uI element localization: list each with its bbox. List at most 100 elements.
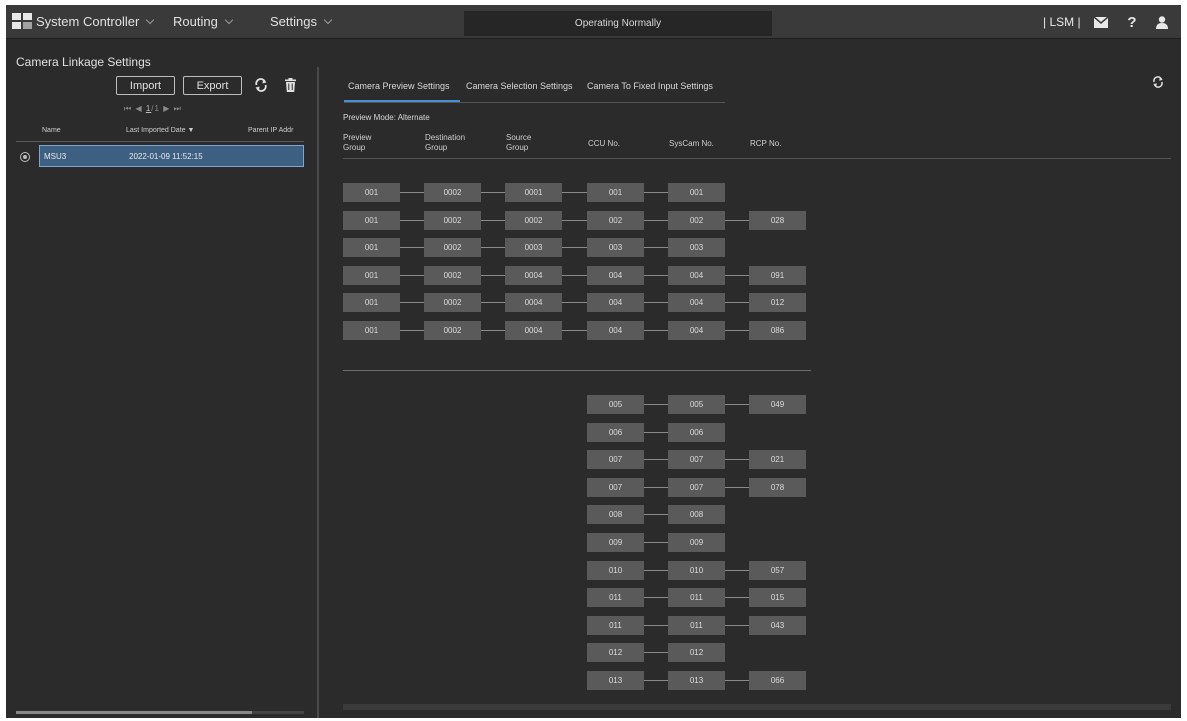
syscam-no-cell[interactable]: 007: [668, 450, 725, 470]
column-header-last-imported-date[interactable]: Last Imported Date ▼: [126, 127, 194, 134]
rcp-no-cell[interactable]: 057: [749, 560, 806, 580]
ccu-no-cell[interactable]: 001: [587, 183, 644, 202]
source-group-cell[interactable]: 0001: [505, 183, 562, 202]
panel-divider[interactable]: [317, 67, 319, 718]
destination-group-cell[interactable]: 0002: [424, 210, 481, 230]
preview-group-cell[interactable]: 001: [343, 293, 400, 313]
pager-next-button[interactable]: ▶: [163, 104, 170, 113]
tab-camera-to-fixed-input-settings[interactable]: Camera To Fixed Input Settings: [587, 81, 713, 91]
menu-routing[interactable]: Routing: [173, 14, 234, 29]
ccu-no-cell[interactable]: 008: [587, 505, 644, 525]
syscam-no-cell[interactable]: 012: [668, 643, 725, 663]
syscam-no-cell[interactable]: 005: [668, 395, 725, 414]
connector-line: [725, 597, 749, 599]
ccu-no-cell[interactable]: 012: [587, 643, 644, 663]
source-group-cell[interactable]: 0004: [505, 293, 562, 313]
syscam-no-cell[interactable]: 013: [668, 671, 725, 690]
ccu-no-cell[interactable]: 005: [587, 395, 644, 414]
user-icon[interactable]: [1155, 13, 1169, 31]
preview-group-cell[interactable]: 001: [343, 183, 400, 202]
syscam-no-cell[interactable]: 010: [668, 560, 725, 580]
trash-icon[interactable]: [283, 76, 297, 93]
ccu-no-cell[interactable]: 009: [587, 533, 644, 552]
destination-group-cell[interactable]: 0002: [424, 183, 481, 202]
pager-first-button[interactable]: ⏮: [124, 104, 132, 113]
preview-group-cell[interactable]: 001: [343, 265, 400, 285]
connector-line: [644, 247, 668, 249]
source-group-cell[interactable]: 0004: [505, 321, 562, 340]
refresh-icon[interactable]: [253, 77, 269, 93]
lsm-indicator[interactable]: | LSM |: [1043, 15, 1081, 29]
rcp-no-cell[interactable]: 078: [749, 477, 806, 497]
menu-system-controller[interactable]: System Controller: [36, 14, 155, 29]
mail-icon[interactable]: [1093, 13, 1109, 31]
menu-settings-label: Settings: [270, 14, 317, 29]
tab-camera-preview-settings[interactable]: Camera Preview Settings: [348, 81, 450, 91]
horizontal-scrollbar[interactable]: [16, 711, 304, 714]
horizontal-scrollbar[interactable]: [343, 704, 1171, 710]
ccu-no-cell[interactable]: 003: [587, 238, 644, 258]
syscam-no-cell[interactable]: 007: [668, 477, 725, 497]
rcp-no-cell[interactable]: 066: [749, 671, 806, 690]
destination-group-cell[interactable]: 0002: [424, 321, 481, 340]
menu-settings[interactable]: Settings: [270, 14, 333, 29]
destination-group-cell[interactable]: 0002: [424, 293, 481, 313]
column-header-name[interactable]: Name: [42, 127, 61, 134]
syscam-no-cell[interactable]: 002: [668, 210, 725, 230]
rcp-no-cell[interactable]: 049: [749, 395, 806, 414]
group-separator: [343, 370, 811, 371]
syscam-no-cell[interactable]: 008: [668, 505, 725, 525]
export-button[interactable]: Export: [183, 76, 242, 95]
rcp-no-cell[interactable]: 086: [749, 321, 806, 340]
destination-group-cell[interactable]: 0002: [424, 238, 481, 258]
import-button[interactable]: Import: [116, 76, 175, 95]
ccu-no-cell[interactable]: 004: [587, 265, 644, 285]
ccu-no-cell[interactable]: 013: [587, 671, 644, 690]
table-row[interactable]: MSU3 2022-01-09 11:52:15: [39, 145, 304, 167]
scrollbar-thumb[interactable]: [16, 711, 252, 714]
preview-group-cell[interactable]: 001: [343, 210, 400, 230]
ccu-no-cell[interactable]: 007: [587, 477, 644, 497]
rcp-no-cell[interactable]: 015: [749, 588, 806, 608]
preview-group-cell[interactable]: 001: [343, 238, 400, 258]
ccu-no-cell[interactable]: 004: [587, 321, 644, 340]
syscam-no-cell[interactable]: 011: [668, 588, 725, 608]
syscam-no-cell[interactable]: 006: [668, 422, 725, 442]
rcp-no-cell[interactable]: 012: [749, 293, 806, 313]
ccu-no-cell[interactable]: 011: [587, 615, 644, 635]
pager-last-button[interactable]: ⏭: [174, 104, 182, 113]
pager-prev-button[interactable]: ◀: [135, 104, 142, 113]
ccu-no-cell[interactable]: 011: [587, 588, 644, 608]
source-group-cell[interactable]: 0003: [505, 238, 562, 258]
syscam-no-cell[interactable]: 003: [668, 238, 725, 258]
connector-line: [644, 569, 668, 571]
ccu-no-cell[interactable]: 010: [587, 560, 644, 580]
ccu-no-cell[interactable]: 002: [587, 210, 644, 230]
destination-group-cell[interactable]: 0002: [424, 265, 481, 285]
connector-line: [725, 486, 749, 488]
refresh-icon[interactable]: [1150, 74, 1166, 90]
rcp-no-cell[interactable]: 043: [749, 615, 806, 635]
syscam-no-cell[interactable]: 004: [668, 293, 725, 313]
ccu-no-cell[interactable]: 006: [587, 422, 644, 442]
syscam-no-cell[interactable]: 011: [668, 615, 725, 635]
radio-icon[interactable]: [20, 152, 30, 162]
connector-line: [644, 274, 668, 276]
rcp-no-cell[interactable]: 028: [749, 210, 806, 230]
ccu-no-cell[interactable]: 007: [587, 450, 644, 470]
rcp-no-cell[interactable]: 091: [749, 265, 806, 285]
syscam-no-cell[interactable]: 001: [668, 183, 725, 202]
tab-camera-selection-settings[interactable]: Camera Selection Settings: [466, 81, 573, 91]
column-header-parent-ip[interactable]: Parent IP Addr: [248, 127, 293, 134]
ccu-no-cell[interactable]: 004: [587, 293, 644, 313]
connector-line: [644, 514, 668, 516]
preview-group-cell[interactable]: 001: [343, 321, 400, 340]
syscam-no-cell[interactable]: 004: [668, 265, 725, 285]
syscam-no-cell[interactable]: 009: [668, 533, 725, 552]
source-group-cell[interactable]: 0002: [505, 210, 562, 230]
syscam-no-cell[interactable]: 004: [668, 321, 725, 340]
connector-line: [725, 302, 749, 304]
source-group-cell[interactable]: 0004: [505, 265, 562, 285]
rcp-no-cell[interactable]: 021: [749, 450, 806, 470]
help-icon[interactable]: ?: [1125, 13, 1139, 31]
